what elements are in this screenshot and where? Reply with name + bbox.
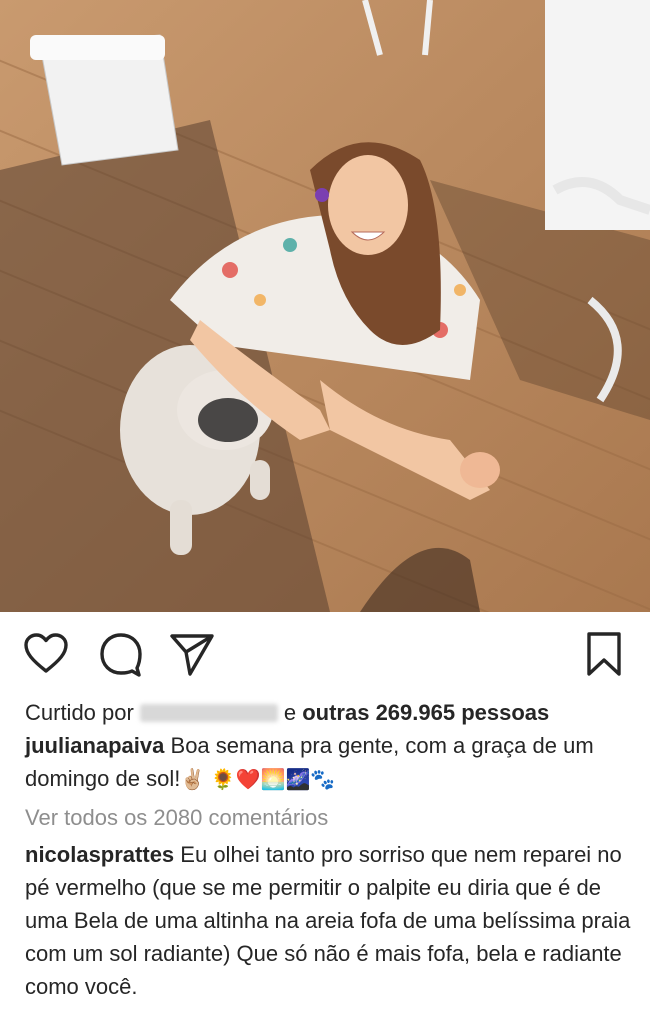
likes-prefix: Curtido por	[25, 700, 134, 725]
comment: nicolasprattes Eu olhei tanto pro sorris…	[25, 838, 635, 1003]
caption-username[interactable]: juulianapaiva	[25, 733, 164, 758]
send-icon	[170, 634, 214, 676]
heart-icon	[24, 633, 68, 673]
post-image	[0, 0, 650, 612]
like-button[interactable]	[22, 630, 70, 678]
view-all-comments-link[interactable]: Ver todos os 2080 comentários	[25, 801, 635, 834]
post-actions	[0, 612, 650, 698]
bookmark-icon	[587, 632, 621, 676]
likes-line: Curtido por e outras 269.965 pessoas	[25, 696, 635, 729]
comment-icon	[100, 633, 142, 677]
comment-username[interactable]: nicolasprattes	[25, 842, 174, 867]
post-meta: Curtido por e outras 269.965 pessoas juul…	[25, 696, 635, 1003]
post-photo[interactable]	[0, 0, 650, 612]
likes-connector: e	[283, 700, 297, 725]
caption-emojis: ✌🏼 🌻❤️🌅🌌🐾	[180, 769, 336, 791]
share-button[interactable]	[168, 630, 216, 678]
blurred-username[interactable]	[139, 704, 278, 722]
comment-button[interactable]	[97, 630, 145, 678]
save-button[interactable]	[580, 630, 628, 678]
caption: juulianapaiva Boa semana pra gente, com …	[25, 729, 635, 797]
likes-count[interactable]: outras 269.965 pessoas	[302, 700, 549, 725]
